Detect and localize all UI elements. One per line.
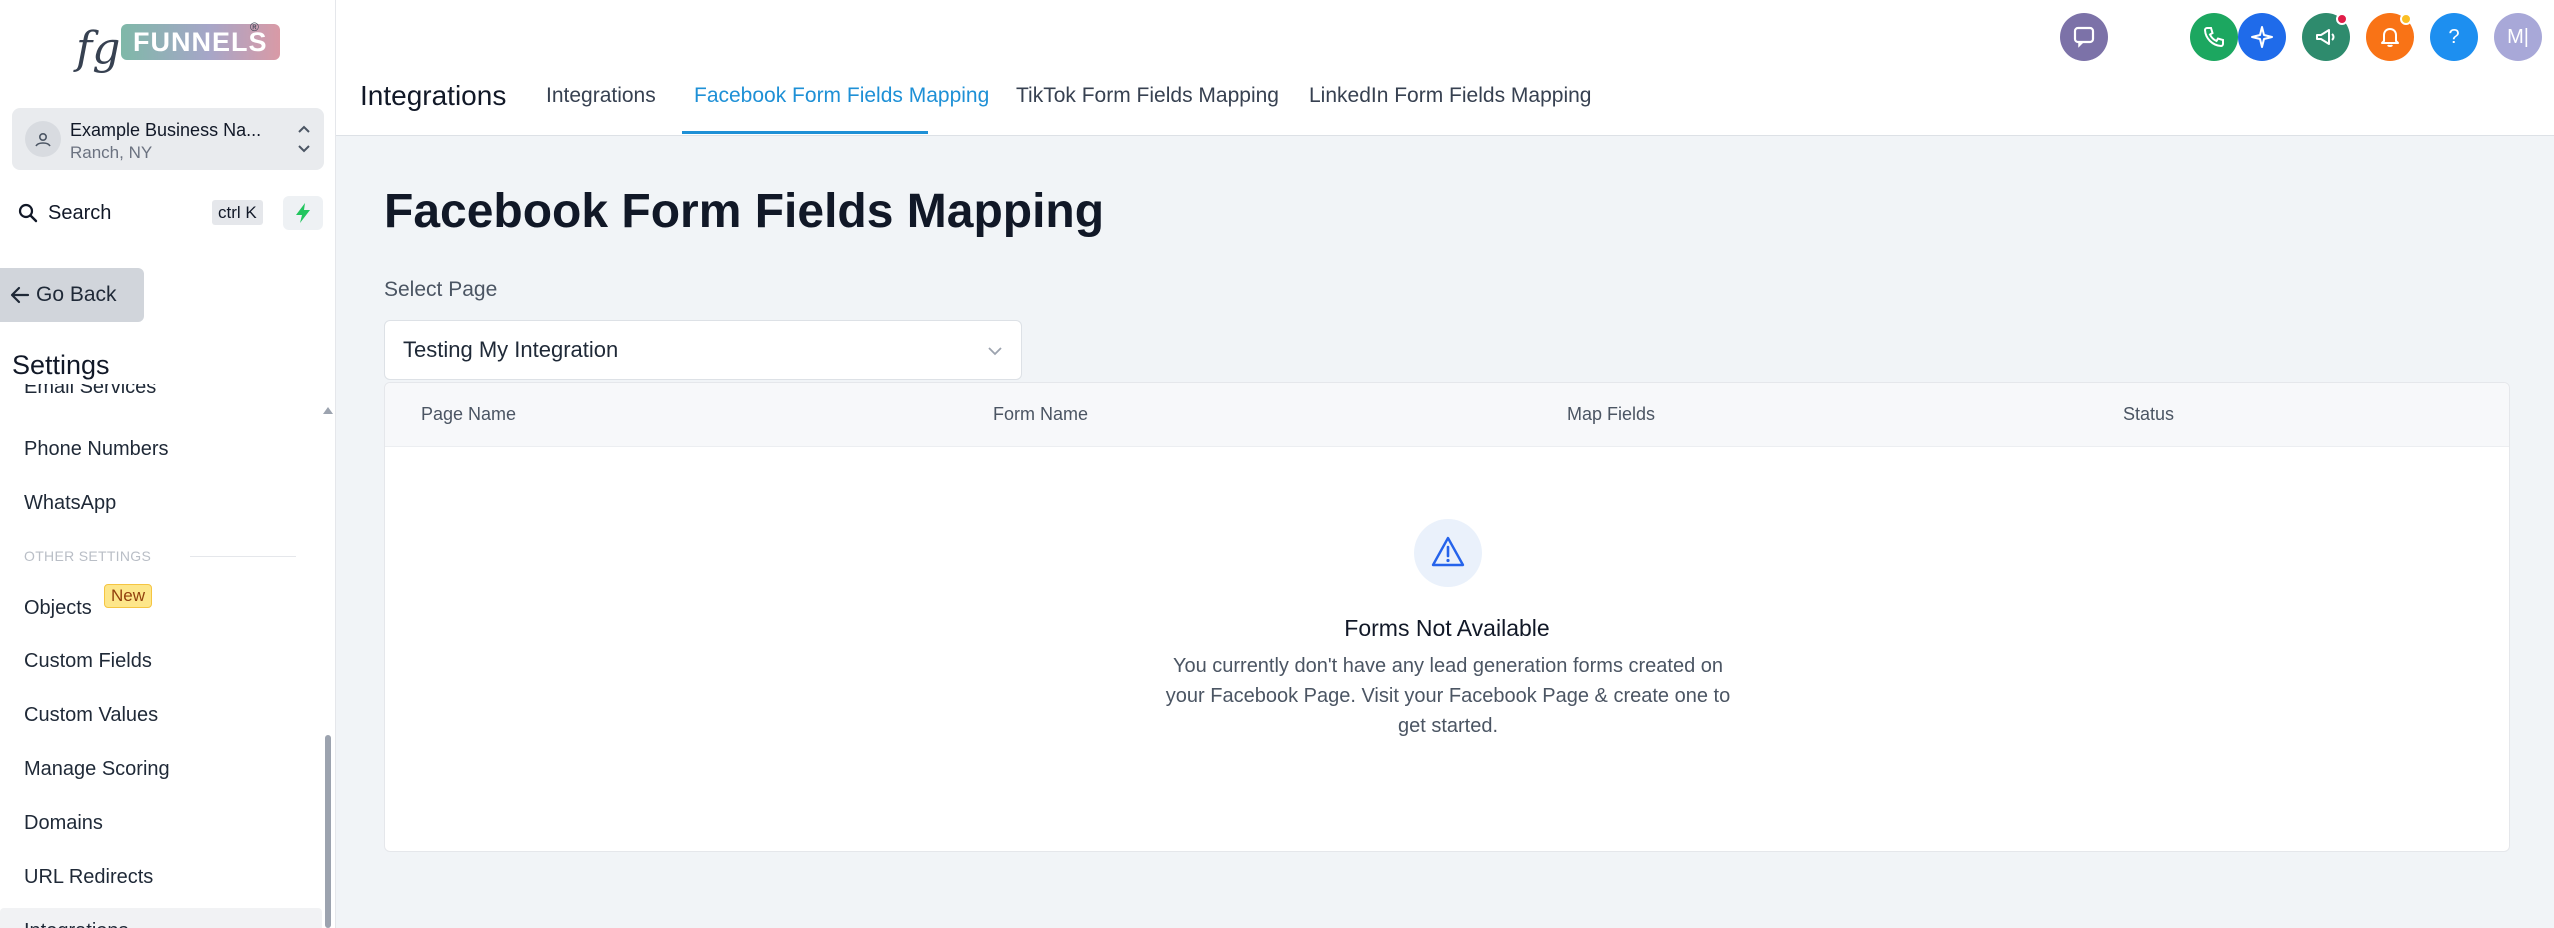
help-icon: ? [2448, 26, 2460, 48]
section-title: Integrations [360, 80, 507, 111]
sidebar-item-url-redirects[interactable]: URL Redirects [24, 866, 153, 889]
search-icon [18, 203, 38, 228]
chevron-up-down-icon [296, 122, 312, 161]
column-header-form-name[interactable]: Form Name [993, 404, 1088, 425]
warning-icon [1414, 519, 1482, 587]
avatar[interactable]: M| [2494, 13, 2542, 61]
scroll-up-arrow-icon[interactable] [323, 407, 333, 414]
settings-nav: Email Services Phone Numbers WhatsApp OT… [0, 384, 322, 928]
sidebar-item-domains[interactable]: Domains [24, 812, 103, 835]
go-back-label: Go Back [36, 283, 117, 306]
notification-dot [2336, 13, 2348, 25]
quick-actions-button[interactable] [283, 196, 323, 230]
sidebar-item-phone-numbers[interactable]: Phone Numbers [24, 438, 169, 461]
chevron-down-icon [987, 343, 1003, 361]
tab-tiktok-form-fields-mapping[interactable]: TikTok Form Fields Mapping [1016, 84, 1279, 108]
notifications-button[interactable] [2366, 13, 2414, 61]
empty-state-title: Forms Not Available [1344, 615, 1550, 641]
forms-table: Page Name Form Name Map Fields Status Fo… [384, 382, 2510, 852]
select-page-value: Testing My Integration [403, 337, 619, 362]
avatar-initials: M| [2507, 26, 2529, 48]
select-page-label: Select Page [384, 278, 498, 301]
main-content: Facebook Form Fields Mapping Select Page… [336, 136, 2554, 928]
phone-button[interactable] [2190, 13, 2238, 61]
sidebar-item-custom-values[interactable]: Custom Values [24, 704, 158, 727]
column-header-status[interactable]: Status [2123, 404, 2174, 425]
section-divider [190, 556, 296, 557]
active-tab-indicator [682, 131, 928, 134]
new-badge: New [104, 584, 153, 608]
column-header-page-name[interactable]: Page Name [421, 404, 516, 425]
chat-icon [2073, 26, 2095, 48]
select-page-dropdown[interactable]: Testing My Integration [384, 320, 1022, 380]
sidebar-item-integrations[interactable]: Integrations [24, 920, 129, 928]
sparkle-icon [2251, 26, 2273, 48]
settings-title: Settings [12, 350, 110, 380]
tab-linkedin-form-fields-mapping[interactable]: LinkedIn Form Fields Mapping [1309, 84, 1591, 108]
location-icon [25, 121, 61, 157]
account-switcher[interactable]: Example Business Na... Ranch, NY [12, 108, 324, 170]
ai-assistant-button[interactable] [2238, 13, 2286, 61]
page-title: Facebook Form Fields Mapping [384, 185, 1105, 238]
phone-icon [2203, 27, 2224, 48]
sidebar-item-email-services[interactable]: Email Services [24, 384, 156, 399]
arrow-left-icon [10, 286, 30, 309]
sidebar-item-custom-fields[interactable]: Custom Fields [24, 650, 152, 673]
empty-state-description: You currently don't have any lead genera… [1165, 655, 1731, 737]
announcements-button[interactable] [2302, 13, 2350, 61]
sidebar: fg FUNNELS ® Example Business Na... Ranc… [0, 0, 336, 928]
megaphone-icon [2316, 29, 2335, 45]
account-location: Ranch, NY [70, 143, 153, 162]
notification-dot [2400, 13, 2412, 25]
top-bar: ? M| [336, 0, 2554, 72]
sidebar-item-objects[interactable]: Objects [24, 597, 92, 620]
sidebar-item-manage-scoring[interactable]: Manage Scoring [24, 758, 170, 781]
search-label: Search [48, 202, 112, 224]
logo-registered-mark: ® [250, 20, 259, 34]
chat-button[interactable] [2060, 13, 2108, 61]
search-button[interactable]: Search ctrl K [12, 196, 272, 230]
search-shortcut: ctrl K [212, 200, 263, 225]
tab-integrations[interactable]: Integrations [546, 84, 656, 108]
scrollbar-thumb[interactable] [325, 735, 331, 928]
logo-prefix: fg [76, 23, 121, 74]
tabs-bar: Integrations Integrations Facebook Form … [336, 72, 2554, 136]
help-button[interactable]: ? [2430, 13, 2478, 61]
sidebar-item-whatsapp[interactable]: WhatsApp [24, 492, 116, 515]
table-header: Page Name Form Name Map Fields Status [385, 383, 2509, 447]
section-label-other-settings: OTHER SETTINGS [24, 548, 152, 564]
logo[interactable]: fg FUNNELS ® [76, 20, 280, 84]
tab-facebook-form-fields-mapping[interactable]: Facebook Form Fields Mapping [694, 84, 989, 108]
go-back-button[interactable]: Go Back [0, 268, 144, 322]
sidebar-scrollbar[interactable] [323, 395, 333, 928]
column-header-map-fields[interactable]: Map Fields [1567, 404, 1655, 425]
account-name: Example Business Na... [70, 120, 262, 140]
bell-icon [2381, 28, 2399, 47]
